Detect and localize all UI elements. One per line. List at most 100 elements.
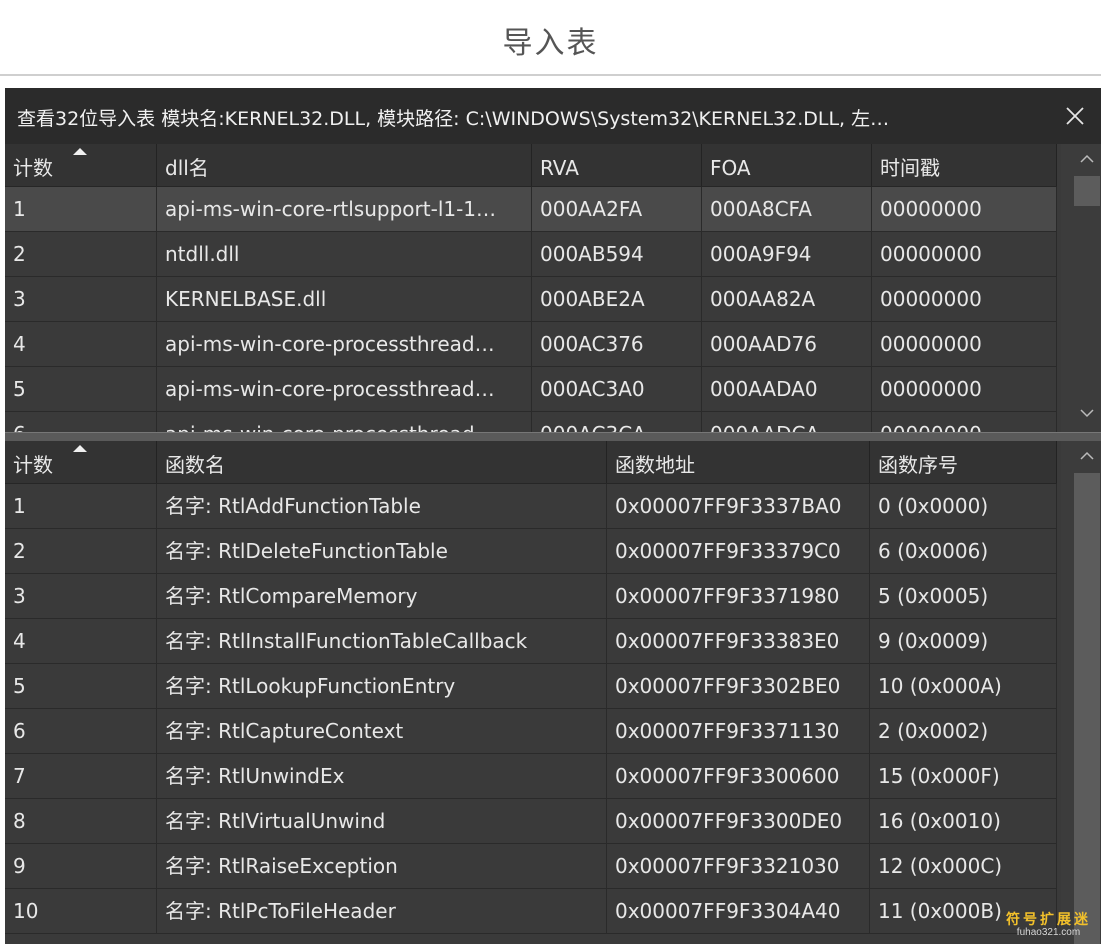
close-icon [1066, 107, 1084, 125]
scroll-up-button[interactable] [1074, 443, 1100, 469]
table-row[interactable]: 6 名字: RtlCaptureContext 0x00007FF9F3371130… [5, 709, 1057, 754]
table-row[interactable]: 7 名字: RtlUnwindEx 0x00007FF9F3300600 15 (0x… [5, 754, 1057, 799]
table-row[interactable]: 9 名字: RtlRaiseException 0x00007FF9F3321030… [5, 844, 1057, 889]
func-ordinal-cell: 0 (0x0000) [870, 484, 1057, 528]
page-header: 导入表 [0, 0, 1101, 76]
scrollbar-thumb[interactable] [1074, 473, 1100, 944]
dll-foa-cell: 000A8CFA [702, 187, 872, 231]
dll-timestamp-cell: 00000000 [872, 232, 1057, 276]
dll-foa-cell: 000A9F94 [702, 232, 872, 276]
dll-name-cell: api-ms-win-core-rtlsupport-l1-1… [157, 187, 532, 231]
func-ordinal-cell: 12 (0x000C) [870, 844, 1057, 888]
watermark-logo: 符号扩展迷 fuhao321.com [1006, 912, 1091, 938]
dll-rva-cell: 000AC3A0 [532, 367, 702, 411]
table-row[interactable]: 5 名字: RtlLookupFunctionEntry 0x00007FF9F33… [5, 664, 1057, 709]
page-title: 导入表 [502, 26, 599, 61]
table-row[interactable]: 4 api-ms-win-core-processthread… 000AC376 0… [5, 322, 1057, 367]
chevron-up-icon [1080, 451, 1094, 460]
func-count-cell: 3 [5, 574, 157, 618]
function-table-scrollbar[interactable] [1061, 441, 1101, 944]
table-row[interactable]: 2 ntdll.dll 000AB594 000A9F94 00000000 [5, 232, 1057, 277]
func-address-cell: 0x00007FF9F3300DE0 [607, 799, 870, 843]
func-name-cell: 名字: RtlInstallFunctionTableCallback [157, 619, 607, 663]
func-address-cell: 0x00007FF9F33379C0 [607, 529, 870, 573]
table-row[interactable]: 1 名字: RtlAddFunctionTable 0x00007FF9F3337B… [5, 484, 1057, 529]
func-count-cell: 10 [5, 889, 157, 933]
table-row[interactable]: 2 名字: RtlDeleteFunctionTable 0x00007FF9F33… [5, 529, 1057, 574]
func-header-ordinal[interactable]: 函数序号 [870, 441, 1057, 483]
dll-rva-cell: 000AC3CA [532, 412, 702, 432]
dll-name-cell: api-ms-win-core-processthread… [157, 367, 532, 411]
func-header-count[interactable]: 计数 [5, 441, 157, 483]
table-row[interactable]: 5 api-ms-win-core-processthread… 000AC3A0 0… [5, 367, 1057, 412]
func-count-cell: 7 [5, 754, 157, 798]
func-count-cell: 9 [5, 844, 157, 888]
dll-timestamp-cell: 00000000 [872, 412, 1057, 432]
func-header-address[interactable]: 函数地址 [607, 441, 870, 483]
func-ordinal-cell: 5 (0x0005) [870, 574, 1057, 618]
dll-rva-cell: 000AC376 [532, 322, 702, 366]
import-table-window: 查看32位导入表 模块名:KERNEL32.DLL, 模块路径: C:\WIND… [5, 88, 1101, 944]
dll-rva-cell: 000AA2FA [532, 187, 702, 231]
dll-header-timestamp[interactable]: 时间戳 [872, 144, 1057, 186]
scroll-up-button[interactable] [1074, 146, 1100, 172]
dll-name-cell: api-ms-win-core-processthread… [157, 412, 532, 432]
function-table-header: 计数 函数名 函数地址 函数序号 [5, 441, 1057, 484]
table-row[interactable]: 10 名字: RtlPcToFileHeader 0x00007FF9F3304A4… [5, 889, 1057, 934]
table-row[interactable]: 1 api-ms-win-core-rtlsupport-l1-1… 000AA2F… [5, 187, 1057, 232]
func-header-name[interactable]: 函数名 [157, 441, 607, 483]
table-row[interactable]: 3 名字: RtlCompareMemory 0x00007FF9F3371980 5… [5, 574, 1057, 619]
scrollbar-thumb[interactable] [1074, 176, 1100, 206]
window-title-bar[interactable]: 查看32位导入表 模块名:KERNEL32.DLL, 模块路径: C:\WIND… [5, 88, 1101, 144]
dll-table-header: 计数 dll名 RVA FOA 时间戳 [5, 144, 1057, 187]
dll-name-cell: api-ms-win-core-processthread… [157, 322, 532, 366]
func-address-cell: 0x00007FF9F3304A40 [607, 889, 870, 933]
func-address-cell: 0x00007FF9F33383E0 [607, 619, 870, 663]
dll-timestamp-cell: 00000000 [872, 367, 1057, 411]
dll-foa-cell: 000AAD76 [702, 322, 872, 366]
func-count-cell: 2 [5, 529, 157, 573]
dll-table[interactable]: 计数 dll名 RVA FOA 时间戳 1 api-ms-win-core-rtl… [5, 144, 1101, 432]
func-ordinal-cell: 16 (0x0010) [870, 799, 1057, 843]
table-row[interactable]: 6api-ms-win-core-processthread…000AC3CA 0… [5, 412, 1057, 432]
dll-count-cell: 3 [5, 277, 157, 321]
table-row[interactable]: 4 名字: RtlInstallFunctionTableCallback 0x00… [5, 619, 1057, 664]
func-name-cell: 名字: RtlDeleteFunctionTable [157, 529, 607, 573]
func-address-cell: 0x00007FF9F3371130 [607, 709, 870, 753]
func-name-cell: 名字: RtlUnwindEx [157, 754, 607, 798]
close-button[interactable] [1057, 98, 1093, 134]
scroll-down-button[interactable] [1074, 400, 1100, 426]
func-name-cell: 名字: RtlRaiseException [157, 844, 607, 888]
func-count-cell: 4 [5, 619, 157, 663]
func-name-cell: 名字: RtlCompareMemory [157, 574, 607, 618]
func-count-cell: 5 [5, 664, 157, 708]
dll-name-cell: ntdll.dll [157, 232, 532, 276]
func-count-cell: 1 [5, 484, 157, 528]
dll-header-name[interactable]: dll名 [157, 144, 532, 186]
watermark-main-text: 符号扩展迷 [1006, 911, 1091, 927]
dll-header-foa[interactable]: FOA [702, 144, 872, 186]
dll-name-cell: KERNELBASE.dll [157, 277, 532, 321]
dll-header-count[interactable]: 计数 [5, 144, 157, 186]
chevron-down-icon [1080, 409, 1094, 418]
func-name-cell: 名字: RtlAddFunctionTable [157, 484, 607, 528]
sort-ascending-icon [73, 445, 87, 452]
window-title: 查看32位导入表 模块名:KERNEL32.DLL, 模块路径: C:\WIND… [17, 108, 890, 130]
table-row[interactable]: 8 名字: RtlVirtualUnwind 0x00007FF9F3300DE0 1… [5, 799, 1057, 844]
function-table[interactable]: 计数 函数名 函数地址 函数序号 1 名字: RtlAddFunctionTabl… [5, 441, 1101, 944]
func-ordinal-cell: 9 (0x0009) [870, 619, 1057, 663]
watermark-sub-text: fuhao321.com [1016, 927, 1081, 938]
sort-ascending-icon [73, 148, 87, 155]
func-name-cell: 名字: RtlPcToFileHeader [157, 889, 607, 933]
dll-timestamp-cell: 00000000 [872, 322, 1057, 366]
func-address-cell: 0x00007FF9F3300600 [607, 754, 870, 798]
func-address-cell: 0x00007FF9F3321030 [607, 844, 870, 888]
dll-count-cell: 4 [5, 322, 157, 366]
dll-count-cell: 1 [5, 187, 157, 231]
func-ordinal-cell: 10 (0x000A) [870, 664, 1057, 708]
dll-count-cell: 6 [5, 412, 157, 432]
dll-table-scrollbar[interactable] [1061, 144, 1101, 432]
dll-header-rva[interactable]: RVA [532, 144, 702, 186]
dll-rva-cell: 000AB594 [532, 232, 702, 276]
table-row[interactable]: 3 KERNELBASE.dll 000ABE2A 000AA82A 00000000 [5, 277, 1057, 322]
